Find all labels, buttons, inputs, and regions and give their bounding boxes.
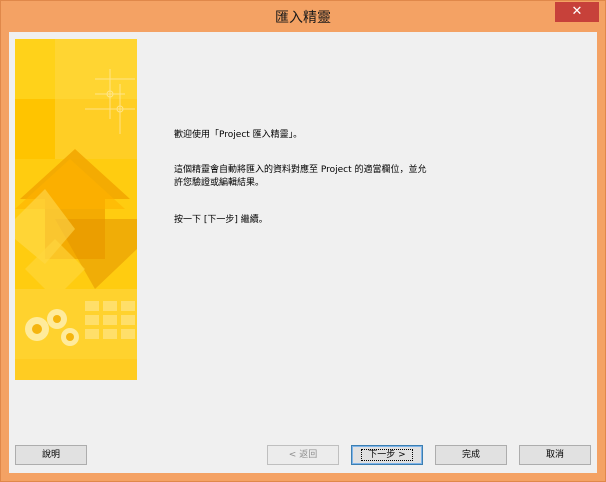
wizard-window: 匯入精靈 ✕ 歡迎使用「Project 匯入精靈」。 這個精靈會自動將匯入的資料… — [0, 0, 606, 482]
help-button[interactable]: 說明 — [15, 445, 87, 465]
description-text: 這個精靈會自動將匯入的資料對應至 Project 的適當欄位，並允許您驗證或編輯… — [174, 165, 427, 188]
cancel-button[interactable]: 取消 — [519, 445, 591, 465]
next-button[interactable]: 下一步 > — [351, 445, 423, 465]
cancel-button-label: 取消 — [545, 450, 564, 460]
banner-art — [15, 39, 137, 380]
welcome-text: 歡迎使用「Project 匯入精靈」。 — [174, 130, 303, 140]
next-button-label: 下一步 > — [361, 449, 413, 461]
instruction-text: 按一下 [下一步] 繼續。 — [174, 215, 268, 225]
finish-button[interactable]: 完成 — [435, 445, 507, 465]
window-title: 匯入精靈 — [275, 10, 331, 26]
wizard-client-area: 歡迎使用「Project 匯入精靈」。 這個精靈會自動將匯入的資料對應至 Pro… — [9, 32, 597, 473]
close-icon: ✕ — [571, 4, 583, 19]
back-button-label: < 返回 — [288, 450, 318, 460]
wizard-banner-image — [15, 39, 137, 380]
help-button-label: 說明 — [41, 450, 60, 460]
finish-button-label: 完成 — [461, 450, 480, 460]
back-button[interactable]: < 返回 — [267, 445, 339, 465]
title-bar[interactable]: 匯入精靈 ✕ — [1, 1, 605, 31]
close-button[interactable]: ✕ — [555, 2, 599, 22]
